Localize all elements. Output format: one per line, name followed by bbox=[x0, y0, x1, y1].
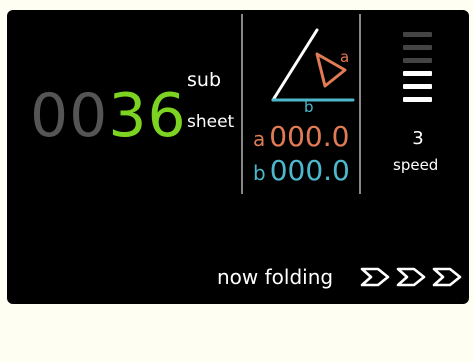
speed-bar bbox=[403, 97, 432, 102]
chevron-right-icon bbox=[396, 267, 426, 287]
chevron-right-icon bbox=[432, 267, 462, 287]
speed-bar bbox=[403, 45, 432, 50]
dimension-a-readout: a 000.0 bbox=[253, 122, 349, 152]
speed-value: 3 bbox=[412, 128, 424, 149]
speed-bar bbox=[403, 32, 432, 37]
dimension-b-key: b bbox=[253, 161, 266, 185]
counter-leading-zeros: 00 bbox=[30, 81, 109, 151]
triangle-b-label: b bbox=[304, 98, 314, 116]
dimension-b-value: 000.0 bbox=[269, 154, 350, 187]
progress-chevrons bbox=[360, 267, 462, 287]
folding-status-panel: 0036 sub sheet a b a 000.0 b 000.0 3 speed… bbox=[7, 10, 469, 304]
dimension-a-value: 000.0 bbox=[269, 120, 350, 153]
dimension-a-key: a bbox=[253, 127, 266, 151]
speed-level-meter bbox=[403, 32, 435, 110]
status-text: now folding bbox=[217, 265, 334, 289]
speed-bar bbox=[403, 58, 432, 63]
chevron-right-icon bbox=[360, 267, 390, 287]
sheet-counter: 0036 bbox=[30, 86, 187, 146]
unit-sub-label: sub bbox=[187, 69, 222, 91]
speed-bar bbox=[403, 71, 432, 76]
divider-right bbox=[359, 14, 361, 194]
divider-left bbox=[241, 14, 243, 194]
triangle-a-label: a bbox=[340, 48, 350, 66]
unit-sheet-label: sheet bbox=[187, 112, 235, 132]
dimension-b-readout: b 000.0 bbox=[253, 156, 350, 186]
speed-label: speed bbox=[393, 156, 439, 174]
counter-value: 36 bbox=[108, 81, 187, 151]
speed-bar bbox=[403, 84, 432, 89]
